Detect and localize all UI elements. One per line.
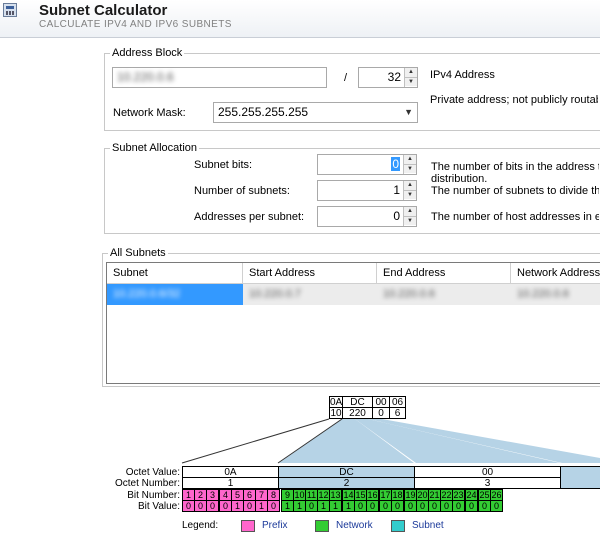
bit-value-cell: 1 bbox=[329, 500, 342, 512]
table-row-cell-network[interactable]: 10.220.0.6 bbox=[511, 284, 600, 305]
bit-value-cell: 0 bbox=[267, 500, 280, 512]
subnet-bits-stepper[interactable]: 0 ▲ ▼ bbox=[317, 154, 417, 175]
num-subnets-label: Number of subnets: bbox=[194, 185, 290, 197]
spin-up-icon[interactable]: ▲ bbox=[404, 207, 416, 216]
funnel-00 bbox=[355, 419, 560, 463]
chevron-down-icon[interactable]: ▼ bbox=[404, 103, 413, 122]
bit-value-cell: 0 bbox=[206, 500, 219, 512]
prefix-length-value: 32 bbox=[387, 70, 401, 84]
octet-value-label: Octet Value: bbox=[125, 467, 180, 478]
bit-value-cell: 0 bbox=[465, 500, 478, 512]
app-title: Subnet Calculator bbox=[39, 2, 168, 19]
bit-value-cell: 0 bbox=[391, 500, 404, 512]
octet-1-number: 1 bbox=[182, 477, 279, 489]
addresses-per-subnet-stepper[interactable]: 0 ▲ ▼ bbox=[317, 206, 417, 227]
dec-cell-3: 6 bbox=[389, 407, 406, 419]
spin-up-icon[interactable]: ▲ bbox=[404, 155, 416, 164]
bit-number-label: Bit Number: bbox=[127, 490, 180, 501]
ip-address-value: 10.220.0.6 bbox=[117, 70, 174, 84]
spin-down-icon[interactable]: ▼ bbox=[405, 77, 417, 86]
addresses-per-subnet-value: 0 bbox=[393, 209, 400, 223]
num-subnets-desc: The number of subnets to divide the addr… bbox=[431, 185, 599, 197]
spin-up-icon[interactable]: ▲ bbox=[404, 181, 416, 190]
ip-type-label: IPv4 Address bbox=[430, 69, 495, 81]
legend-prefix-label: Prefix bbox=[262, 520, 288, 531]
octet-3-number: 3 bbox=[414, 477, 561, 489]
legend-network-swatch bbox=[315, 520, 329, 532]
bit-value-cell: 0 bbox=[490, 500, 503, 512]
table-row-cell-end[interactable]: 10.220.0.6 bbox=[377, 284, 511, 305]
table-row-cell-subnet[interactable]: 10.220.0.6/32 bbox=[107, 284, 243, 305]
column-header-subnet[interactable]: Subnet bbox=[107, 263, 243, 284]
table-row-cell-start[interactable]: 10.220.0.7 bbox=[243, 284, 377, 305]
network-mask-value: 255.255.255.255 bbox=[218, 105, 309, 119]
spin-down-icon[interactable]: ▼ bbox=[404, 216, 416, 225]
all-subnets-legend: All Subnets bbox=[108, 246, 168, 260]
column-header-end-address[interactable]: End Address bbox=[377, 263, 511, 284]
addresses-per-subnet-label: Addresses per subnet: bbox=[194, 211, 305, 223]
funnel-0a-line-right bbox=[277, 418, 343, 464]
bit-value-label: Bit Value: bbox=[137, 501, 180, 512]
calculator-icon bbox=[3, 3, 17, 17]
num-subnets-spin-buttons[interactable]: ▲ ▼ bbox=[403, 181, 416, 200]
prefix-spin-buttons[interactable]: ▲ ▼ bbox=[404, 68, 417, 87]
subnet-allocation-legend: Subnet Allocation bbox=[110, 141, 200, 155]
private-address-note: Private address; not publicly routable bbox=[430, 94, 598, 106]
app-header: Subnet Calculator CALCULATE IPV4 AND IPV… bbox=[0, 0, 600, 38]
funnel-06 bbox=[368, 419, 600, 463]
spin-down-icon[interactable]: ▼ bbox=[404, 164, 416, 173]
legend-subnet-label: Subnet bbox=[412, 520, 444, 531]
octet-number-label: Octet Number: bbox=[114, 478, 180, 489]
legend-network-label: Network bbox=[336, 520, 373, 531]
addresses-per-subnet-spin-buttons[interactable]: ▲ ▼ bbox=[403, 207, 416, 226]
funnel-0a-line-left bbox=[181, 418, 330, 464]
legend-title: Legend: bbox=[182, 520, 219, 531]
legend-subnet-swatch bbox=[391, 520, 405, 532]
subnet-bits-label: Subnet bits: bbox=[194, 159, 253, 171]
bit-value-cell: 0 bbox=[452, 500, 465, 512]
dec-cell-2: 0 bbox=[372, 407, 390, 419]
octet-4-header-partial bbox=[560, 466, 600, 489]
legend-prefix-swatch bbox=[241, 520, 255, 532]
num-subnets-value: 1 bbox=[393, 183, 400, 197]
prefix-slash: / bbox=[344, 72, 348, 84]
dec-cell-1: 220 bbox=[342, 407, 373, 419]
ip-address-input[interactable]: 10.220.0.6 bbox=[112, 67, 327, 88]
app-subtitle: CALCULATE IPV4 AND IPV6 SUBNETS bbox=[39, 19, 232, 30]
subnet-bits-spin-buttons[interactable]: ▲ ▼ bbox=[403, 155, 416, 174]
bit-value-cell: 0 bbox=[366, 500, 379, 512]
octet-2-number: 2 bbox=[278, 477, 415, 489]
spin-down-icon[interactable]: ▼ bbox=[404, 190, 416, 199]
column-header-network-address[interactable]: Network Address bbox=[511, 263, 600, 284]
network-mask-select[interactable]: 255.255.255.255 ▼ bbox=[213, 102, 418, 123]
network-mask-label: Network Mask: bbox=[113, 107, 186, 119]
subnet-bits-value: 0 bbox=[391, 157, 400, 171]
prefix-length-stepper[interactable]: 32 ▲ ▼ bbox=[358, 67, 418, 88]
dec-cell-0: 10 bbox=[329, 407, 343, 419]
funnel-dc bbox=[279, 419, 414, 463]
spin-up-icon[interactable]: ▲ bbox=[405, 68, 417, 77]
addresses-per-subnet-desc: The number of host addresses in each sub… bbox=[431, 211, 599, 223]
address-block-legend: Address Block bbox=[110, 46, 185, 60]
subnets-table[interactable]: Subnet Start Address End Address Network… bbox=[106, 262, 600, 384]
column-header-start-address[interactable]: Start Address bbox=[243, 263, 377, 284]
num-subnets-stepper[interactable]: 1 ▲ ▼ bbox=[317, 180, 417, 201]
